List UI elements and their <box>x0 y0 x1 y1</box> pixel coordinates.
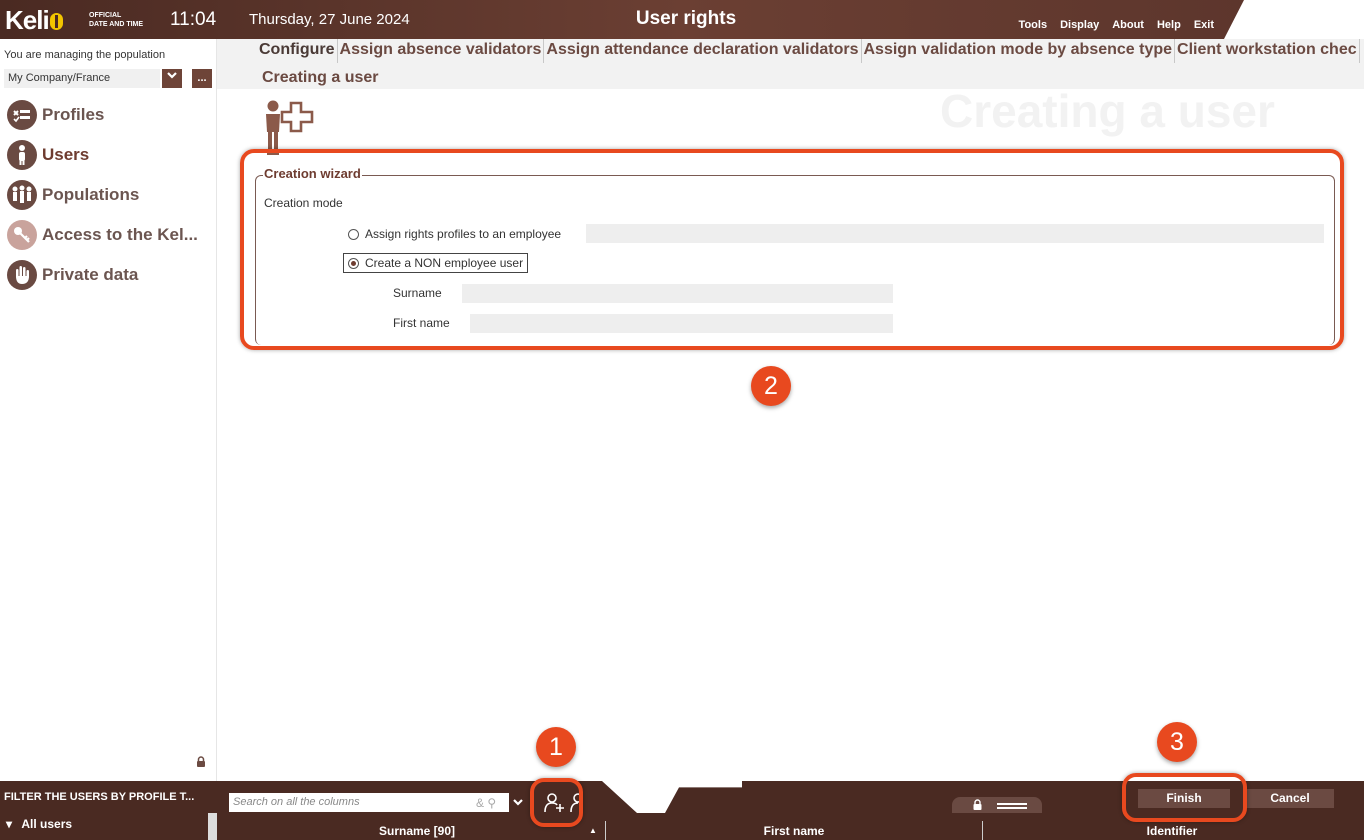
sidebar-item-users[interactable]: Users <box>0 135 217 175</box>
top-menu: Tools Display About Help Exit <box>1019 19 1214 31</box>
callout-frame-finish <box>1122 773 1247 822</box>
menu-about[interactable]: About <box>1112 19 1144 31</box>
header-corner <box>1224 0 1364 39</box>
search-options-chevron-icon[interactable] <box>512 796 524 811</box>
sidebar-item-label: Private data <box>42 265 139 284</box>
sidebar-item-access[interactable]: Access to the Kel... <box>0 215 217 255</box>
current-date: Thursday, 27 June 2024 <box>249 11 410 28</box>
managing-label: You are managing the population <box>4 49 166 61</box>
sidebar-item-label: Profiles <box>42 105 105 124</box>
profiles-icon <box>7 100 37 130</box>
tree-root-all-users[interactable]: All users <box>21 817 72 831</box>
top-bar: Keli OFFICIAL DATE AND TIME 11:04 Thursd… <box>0 0 1364 39</box>
sidebar-item-populations[interactable]: Populations <box>0 175 217 215</box>
sidebar-item-label: Populations <box>42 185 140 204</box>
column-identifier[interactable]: Identifier <box>1072 824 1272 838</box>
sidebar-item-private-data[interactable]: Private data <box>0 255 217 295</box>
page-watermark: Creating a user <box>940 85 1275 137</box>
sidebar-item-label: Users <box>42 145 90 164</box>
cancel-button[interactable]: Cancel <box>1246 789 1334 808</box>
kelio-logo: Keli <box>5 5 63 36</box>
population-more-button[interactable]: ... <box>192 69 212 88</box>
search-icon[interactable]: & ⚲ <box>476 796 496 810</box>
filter-tree: ▾ All users <box>0 813 217 840</box>
menu-tools[interactable]: Tools <box>1019 19 1048 31</box>
sidebar: You are managing the population My Compa… <box>0 39 217 781</box>
tab-client-workstation[interactable]: Client workstation chec <box>1175 39 1360 63</box>
filter-scrollbar[interactable] <box>208 813 217 840</box>
hand-icon <box>7 260 37 290</box>
menu-exit[interactable]: Exit <box>1194 19 1214 31</box>
callout-frame-wizard <box>240 149 1344 350</box>
sidebar-nav: Profiles Users Populations Access to the… <box>0 95 217 295</box>
menu-display[interactable]: Display <box>1060 19 1099 31</box>
callout-badge-1: 1 <box>536 727 576 767</box>
callout-badge-3: 3 <box>1157 722 1197 762</box>
grid-panel-handle[interactable] <box>952 797 1042 813</box>
sidebar-item-label: Access to the Kel... <box>42 225 198 244</box>
callout-frame-add-user <box>530 778 583 827</box>
sort-ascending-icon[interactable]: ▲ <box>589 826 597 835</box>
official-time-label: OFFICIAL DATE AND TIME <box>89 12 144 28</box>
lock-icon[interactable] <box>196 756 206 767</box>
tree-expand-icon[interactable]: ▾ <box>6 817 12 831</box>
column-divider <box>605 821 606 840</box>
callout-badge-2: 2 <box>751 366 791 406</box>
tab-configure[interactable]: Configure <box>257 39 338 63</box>
user-icon <box>7 140 37 170</box>
chevron-down-icon[interactable] <box>162 69 182 88</box>
clock: 11:04 <box>170 9 217 30</box>
tab-list: Configure Assign absence validators Assi… <box>257 39 1360 63</box>
populations-icon <box>7 180 37 210</box>
filter-header: FILTER THE USERS BY PROFILE T... <box>0 781 217 813</box>
tabs-bar: Configure Assign absence validators Assi… <box>217 39 1364 89</box>
tab-assign-attendance-declaration-validators[interactable]: Assign attendance declaration validators <box>544 39 862 63</box>
key-icon <box>7 220 37 250</box>
column-first-name[interactable]: First name <box>694 824 894 838</box>
column-divider <box>982 821 983 840</box>
sidebar-item-profiles[interactable]: Profiles <box>0 95 217 135</box>
page-title: User rights <box>635 8 737 29</box>
search-input[interactable]: Search on all the columns <box>229 793 509 812</box>
toolbar-divider <box>602 781 742 813</box>
menu-help[interactable]: Help <box>1157 19 1181 31</box>
page-subtitle: Creating a user <box>262 69 379 86</box>
population-select[interactable]: My Company/France <box>4 69 160 88</box>
logo-dot-icon <box>49 13 63 30</box>
column-surname[interactable]: Surname [90] <box>317 824 517 838</box>
tab-assign-absence-validators[interactable]: Assign absence validators <box>338 39 545 63</box>
tab-assign-validation-mode[interactable]: Assign validation mode by absence type <box>862 39 1176 63</box>
